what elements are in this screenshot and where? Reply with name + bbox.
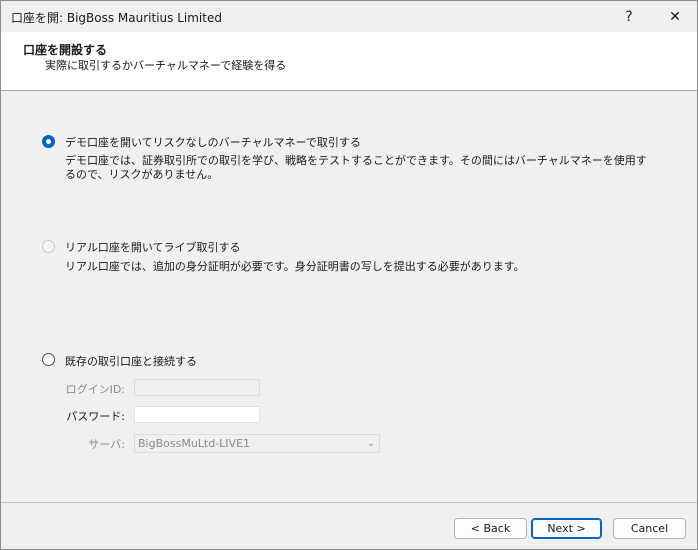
header-subtitle: 実際に取引するかバーチャルマネーで経験を得る xyxy=(45,59,287,72)
demo-account-label[interactable]: デモ口座を開いてリスクなしのバーチャルマネーで取引する xyxy=(65,134,361,150)
help-icon: ? xyxy=(625,8,633,25)
real-account-description: リアル口座では、追加の身分証明が必要です。身分証明書の写しを提出する必要がありま… xyxy=(65,260,525,273)
header-title: 口座を開設する xyxy=(23,43,108,57)
dialog-window: 口座を開: BigBoss Mauritius Limited ? ✕ 口座を開… xyxy=(0,0,698,550)
existing-account-label[interactable]: 既存の取引口座と接続する xyxy=(65,353,197,369)
real-account-label[interactable]: リアル口座を開いてライブ取引する xyxy=(65,239,241,255)
help-button[interactable]: ? xyxy=(607,1,651,32)
password-input[interactable] xyxy=(134,406,260,423)
server-select[interactable]: BigBossMuLtd-LIVE1 ⌄ xyxy=(134,434,380,453)
back-button[interactable]: < Back xyxy=(454,518,527,539)
radio-demo-account[interactable] xyxy=(42,135,55,148)
window-title: 口座を開: BigBoss Mauritius Limited xyxy=(11,11,222,25)
close-icon: ✕ xyxy=(669,8,681,25)
login-id-label: ログインID: xyxy=(65,383,125,396)
wizard-header: 口座を開設する 実際に取引するかバーチャルマネーで経験を得る xyxy=(1,32,697,91)
demo-account-description: デモ口座では、証券取引所での取引を学び、戦略をテストすることができます。その間に… xyxy=(65,154,647,181)
cancel-button[interactable]: Cancel xyxy=(613,518,686,539)
chevron-down-icon: ⌄ xyxy=(366,438,375,449)
login-id-input[interactable] xyxy=(134,379,260,396)
password-label: パスワード: xyxy=(66,410,125,423)
title-bar: 口座を開: BigBoss Mauritius Limited ? ✕ xyxy=(1,1,697,32)
server-label: サーバ: xyxy=(88,438,125,451)
next-button[interactable]: Next > xyxy=(531,518,602,539)
close-button[interactable]: ✕ xyxy=(653,1,697,32)
server-select-value: BigBossMuLtd-LIVE1 xyxy=(138,437,251,450)
footer-divider xyxy=(1,502,697,503)
radio-real-account[interactable] xyxy=(42,240,55,253)
radio-existing-account[interactable] xyxy=(42,353,55,366)
